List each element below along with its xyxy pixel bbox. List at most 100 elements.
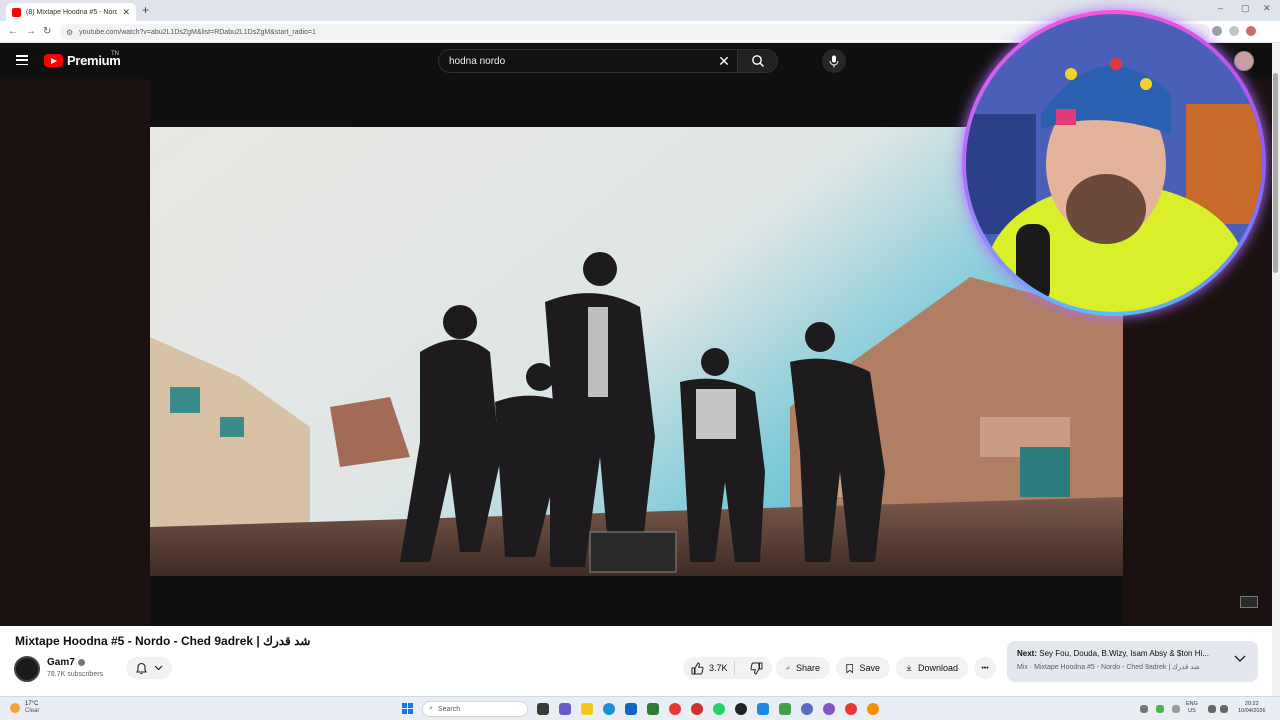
browser-tab-active[interactable]: (8) Mixtape Hoodna #5 - Nordo - Ched 9ad… [6,3,136,21]
verified-badge-icon [77,658,85,666]
bookmark-icon [846,663,854,673]
weather-widget[interactable]: 17°C Clear [10,701,39,715]
media-app-icon[interactable] [735,703,747,715]
youtube-play-icon [44,54,63,67]
save-button[interactable]: Save [836,657,890,679]
search-box[interactable]: hodna nordo ✕ [438,49,778,73]
chrome-canary-icon[interactable] [867,703,879,715]
app-icon-green[interactable] [779,703,791,715]
next-prefix: Next: [1017,649,1038,658]
weather-condition: Clear [25,708,40,714]
youtube-favicon-icon [12,7,21,17]
channel-avatar[interactable] [14,656,40,682]
profile-avatar-icon[interactable] [1246,26,1256,36]
back-arrow-icon[interactable]: ← [8,26,18,37]
video-title: Mixtape Hoodna #5 - Nordo - Ched 9adrek … [15,634,311,648]
download-button[interactable]: Download [896,657,968,679]
save-label: Save [859,663,880,673]
file-explorer-icon[interactable] [581,703,593,715]
taskbar-search-icon: ⌕ [429,705,433,712]
url-text: youtube.com/watch?v=abu2L1DsZgM&list=RDa… [79,28,316,36]
next-up-card[interactable]: Next: Sey Fou, Douda, B.Wizy, Isam Absy … [1007,641,1258,682]
account-avatar[interactable] [1234,51,1254,71]
task-view-icon[interactable] [537,703,549,715]
like-count: 3.7K [709,663,728,673]
volume-icon[interactable] [1220,705,1228,713]
like-dislike-group: 3.7K [683,657,772,679]
clear-search-icon[interactable]: ✕ [711,53,737,70]
thumbs-up-icon [691,661,704,674]
search-icon [751,55,764,67]
share-button[interactable]: Share [776,657,830,679]
webcam-feed [966,14,1262,312]
windows-start-icon[interactable] [402,703,413,714]
streamer-image [966,14,1262,312]
tray-app-icon[interactable] [1156,705,1164,713]
next-up-line: Next: Sey Fou, Douda, B.Wizy, Isam Absy … [1017,649,1223,658]
language-indicator[interactable]: ENG US [1186,701,1198,715]
chrome-icon[interactable] [669,703,681,715]
taskbar-search[interactable]: ⌕ Search [422,701,528,717]
excel-icon[interactable] [647,703,659,715]
microphone-icon [829,55,839,67]
expand-chevron-icon[interactable] [1234,655,1246,663]
tab-title: (8) Mixtape Hoodna #5 - Nordo - Ched 9ad… [26,8,118,16]
page-scrollbar[interactable] [1272,43,1280,696]
clock[interactable]: 20:22 10/04/2026 [1238,701,1266,715]
share-label: Share [795,663,820,673]
dislike-button[interactable] [741,662,772,675]
clock-time: 20:22 [1244,701,1259,707]
taskbar-search-placeholder: Search [437,705,461,713]
channel-watermark[interactable] [1240,596,1258,608]
webcam-overlay [962,10,1266,316]
store-icon[interactable] [625,703,637,715]
scrollbar-thumb[interactable] [1273,73,1278,273]
network-icon[interactable] [1208,705,1216,713]
clock-date: 10/04/2026 [1238,708,1266,714]
thumbs-down-icon [750,662,763,675]
voice-search-button[interactable] [822,49,846,73]
tab-close-icon[interactable]: ✕ [122,7,130,18]
vivaldi-icon[interactable] [691,703,703,715]
subscriber-count: 78.7K subscribers [47,671,104,678]
photos-icon[interactable] [757,703,769,715]
next-subtitle: Mix · Mixtape Hoodna #5 - Nordo - Ched 9… [1017,664,1200,671]
site-info-icon[interactable]: ⚙ [66,28,73,37]
more-actions-button[interactable]: ••• [974,657,996,679]
edge-browser-icon[interactable] [603,703,615,715]
moon-weather-icon [10,703,20,713]
share-arrow-icon [786,666,790,670]
copilot-icon[interactable] [559,703,571,715]
window-close-button[interactable]: ✕ [1263,3,1271,14]
maximize-button[interactable]: ▢ [1241,3,1250,14]
channel-name[interactable]: Gam7 [47,657,75,668]
download-label: Download [917,663,958,673]
whatsapp-icon[interactable] [713,703,725,715]
ambient-left [0,79,150,626]
tray-chevron-icon[interactable] [1140,705,1148,713]
youtube-logo[interactable]: Premium [44,53,121,68]
discord-icon[interactable] [823,703,835,715]
forward-arrow-icon[interactable]: → [26,26,36,37]
subscribed-notifications-button[interactable] [126,657,172,679]
download-arrow-icon [906,665,912,672]
chevron-down-icon [154,665,163,671]
search-button[interactable] [737,50,777,72]
extension-icon[interactable] [1229,26,1239,36]
next-title: Sey Fou, Douda, B.Wizy, Isam Absy & $ton… [1039,649,1209,658]
logo-country-code: TN [111,51,119,57]
search-input[interactable]: hodna nordo [439,56,711,67]
chrome-profile-icon[interactable] [845,703,857,715]
new-tab-button[interactable]: + [142,3,149,17]
minimize-button[interactable]: – [1218,3,1223,13]
channel-name-row[interactable]: Gam7 [47,657,85,668]
bell-icon [136,662,147,674]
download-icon[interactable] [1212,26,1222,36]
tray-mic-icon[interactable] [1172,705,1180,713]
hamburger-menu-icon[interactable] [16,55,28,66]
like-button[interactable]: 3.7K [683,661,735,675]
more-dots-icon: ••• [981,664,989,672]
reload-icon[interactable]: ↻ [43,26,51,37]
language-region: US [1188,708,1196,714]
settings-gear-icon[interactable] [801,703,813,715]
